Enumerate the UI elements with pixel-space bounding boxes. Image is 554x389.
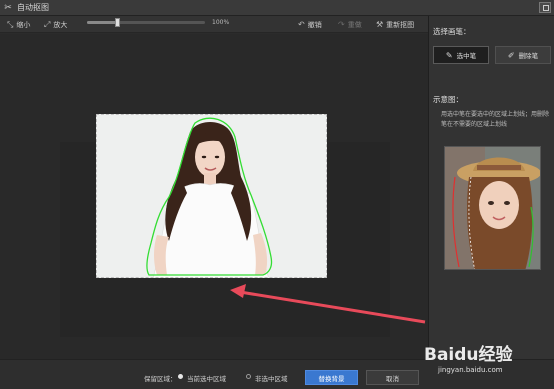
pen-icon: ✎ <box>445 50 453 60</box>
select-pen-button[interactable]: ✎ 选中笔 <box>433 46 489 64</box>
example-illustration <box>445 147 540 269</box>
hint-text: 用选中笔在要选中的区域上划线；用删除笔在不需要的区域上划线 <box>441 111 550 128</box>
example-image <box>444 146 541 270</box>
choose-pen-label: 选择画笔： <box>433 27 471 36</box>
option-current-label[interactable]: 当前选中区域 <box>187 373 226 383</box>
radio-inverse-selection[interactable] <box>246 374 251 379</box>
cancel-button[interactable]: 取消 <box>366 370 419 385</box>
right-panel: 选择画笔： ✎ 选中笔 ✐ 删除笔 示意图： 用选中笔在要选中的区域上划线；用删… <box>428 16 554 359</box>
watermark-brand: Baidu经验 <box>424 345 513 365</box>
option-inverse-label[interactable]: 非选中区域 <box>255 373 288 383</box>
replace-background-button[interactable]: 替换背景 <box>305 370 358 385</box>
erase-pen-label: 删除笔 <box>518 52 539 60</box>
baidu-watermark: Baidu经验 jingyan.baidu.com <box>424 340 550 388</box>
eraser-icon: ✐ <box>507 50 515 60</box>
radio-current-selection[interactable] <box>178 374 183 379</box>
example-label: 示意图： <box>433 95 463 104</box>
select-pen-label: 选中笔 <box>456 52 477 60</box>
keep-area-label: 保留区域： <box>144 375 177 383</box>
watermark-url: jingyan.baidu.com <box>438 366 503 374</box>
erase-pen-button[interactable]: ✐ 删除笔 <box>495 46 551 64</box>
